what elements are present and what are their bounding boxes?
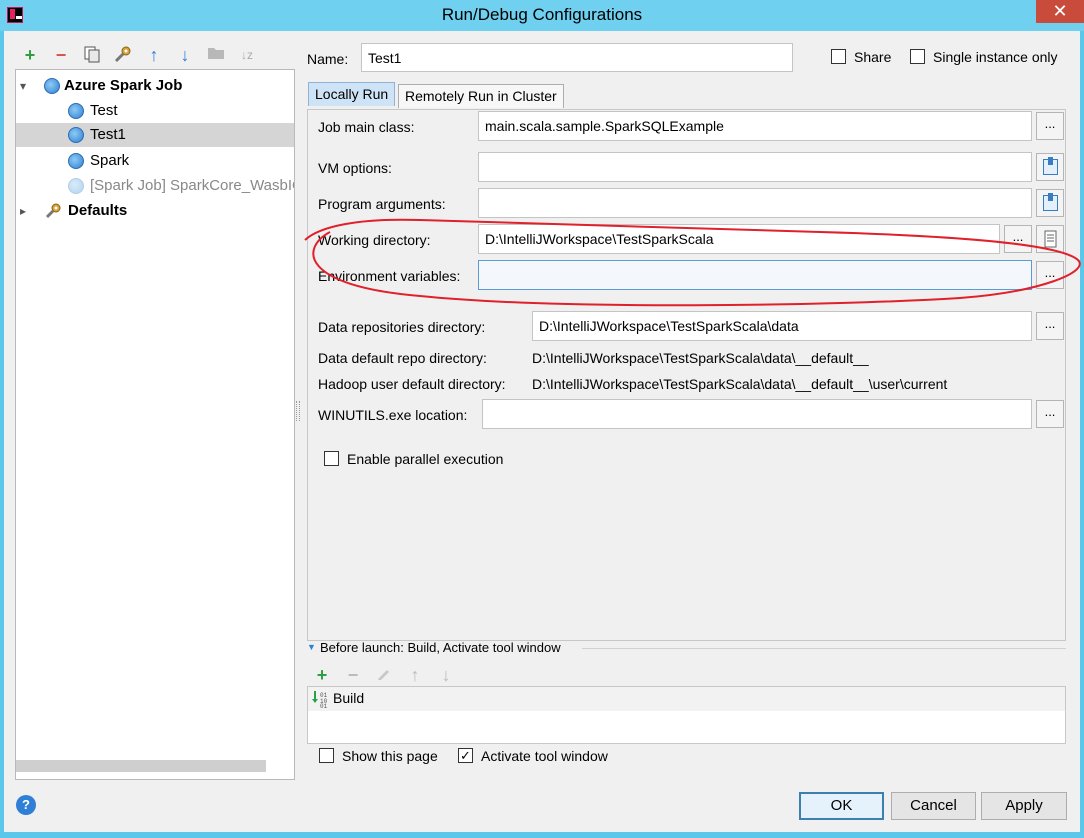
show-this-page-checkbox[interactable] bbox=[319, 748, 334, 763]
window-title: Run/Debug Configurations bbox=[441, 5, 643, 24]
tab-locally-run[interactable]: Locally Run bbox=[308, 82, 396, 106]
tree-item-label: Test bbox=[90, 102, 118, 119]
tree-node-label: Defaults bbox=[68, 202, 128, 219]
before-launch-remove-icon[interactable]: − bbox=[343, 665, 363, 685]
enable-parallel-execution-label: Enable parallel execution bbox=[347, 451, 504, 467]
globe-icon bbox=[68, 153, 84, 169]
vm-options-expand-icon[interactable] bbox=[1036, 153, 1064, 181]
move-down-icon[interactable]: ↓ bbox=[175, 45, 195, 65]
help-icon[interactable]: ? bbox=[16, 795, 36, 815]
expand-arrow-icon[interactable]: ▾ bbox=[20, 74, 26, 98]
before-launch-item-label: Build bbox=[333, 690, 365, 706]
hadoop-user-default-directory-value: D:\IntelliJWorkspace\TestSparkScala\data… bbox=[532, 376, 948, 392]
job-main-class-browse-button[interactable]: ... bbox=[1036, 112, 1064, 140]
enable-parallel-execution-checkbox[interactable] bbox=[324, 451, 339, 466]
activate-tool-window-label: Activate tool window bbox=[481, 748, 608, 764]
copy-icon[interactable] bbox=[82, 45, 102, 65]
defaults-wrench-icon bbox=[44, 202, 62, 223]
tree-item-label: Spark bbox=[90, 152, 130, 169]
before-launch-expand-icon[interactable]: ▼ bbox=[307, 642, 316, 652]
tree-horizontal-scrollbar[interactable] bbox=[16, 760, 266, 772]
data-repositories-directory-label: Data repositories directory: bbox=[318, 319, 486, 335]
tree-item-label: [Spark Job] SparkCore_WasbIOTest bbox=[90, 177, 294, 194]
data-default-repo-directory-label: Data default repo directory: bbox=[318, 350, 487, 366]
share-checkbox[interactable] bbox=[831, 49, 846, 64]
winutils-location-label: WINUTILS.exe location: bbox=[318, 407, 468, 423]
tree-node-azure-spark-job[interactable]: ▾ Azure Spark Job bbox=[16, 74, 294, 98]
program-arguments-input[interactable] bbox=[478, 188, 1032, 218]
tree-item-spark[interactable]: Spark bbox=[16, 149, 294, 173]
before-launch-title[interactable]: Before launch: Build, Activate tool wind… bbox=[320, 640, 561, 655]
job-main-class-label: Job main class: bbox=[318, 119, 415, 135]
tree-item-label: Test1 bbox=[90, 126, 126, 143]
environment-variables-label: Environment variables: bbox=[318, 268, 461, 284]
apply-button[interactable]: Apply bbox=[981, 792, 1067, 820]
move-up-icon[interactable]: ↑ bbox=[144, 45, 164, 65]
tree-node-label: Azure Spark Job bbox=[64, 77, 183, 94]
environment-variables-input[interactable] bbox=[478, 260, 1032, 290]
svg-text:01: 01 bbox=[320, 703, 328, 708]
tree-item-test[interactable]: Test bbox=[16, 99, 294, 123]
winutils-location-input[interactable] bbox=[482, 399, 1032, 429]
hadoop-user-default-directory-label: Hadoop user default directory: bbox=[318, 376, 506, 392]
remove-icon[interactable]: − bbox=[51, 45, 71, 65]
tree-item-test1[interactable]: Test1 bbox=[16, 123, 294, 147]
winutils-location-browse-button[interactable]: ... bbox=[1036, 400, 1064, 428]
environment-variables-browse-button[interactable]: ... bbox=[1036, 261, 1064, 289]
before-launch-edit-icon[interactable] bbox=[374, 665, 394, 685]
show-this-page-label: Show this page bbox=[342, 748, 438, 764]
cancel-button[interactable]: Cancel bbox=[891, 792, 976, 820]
working-directory-input[interactable]: D:\IntelliJWorkspace\TestSparkScala bbox=[478, 224, 1000, 254]
share-label: Share bbox=[854, 49, 892, 65]
list-item[interactable]: 01 10 01 Build bbox=[308, 687, 1065, 711]
globe-icon bbox=[44, 78, 60, 94]
before-launch-down-icon[interactable]: ↓ bbox=[436, 665, 456, 685]
name-label: Name: bbox=[307, 51, 349, 67]
name-input[interactable]: Test1 bbox=[361, 43, 793, 72]
folder-icon[interactable] bbox=[206, 45, 226, 65]
collapse-arrow-icon[interactable]: ▸ bbox=[20, 199, 26, 223]
working-directory-macro-icon[interactable] bbox=[1036, 225, 1064, 253]
activate-tool-window-checkbox[interactable]: ✓ bbox=[458, 748, 473, 763]
before-launch-up-icon[interactable]: ↑ bbox=[405, 665, 425, 685]
program-arguments-expand-icon[interactable] bbox=[1036, 189, 1064, 217]
globe-icon bbox=[68, 178, 84, 194]
working-directory-browse-button[interactable]: ... bbox=[1004, 225, 1032, 253]
job-main-class-input[interactable]: main.scala.sample.SparkSQLExample bbox=[478, 111, 1032, 141]
data-repositories-browse-button[interactable]: ... bbox=[1036, 312, 1064, 340]
globe-icon bbox=[68, 127, 84, 143]
working-directory-label: Working directory: bbox=[318, 232, 431, 248]
configuration-tree[interactable]: ▾ Azure Spark Job Test Test1 Spark [Spar… bbox=[15, 69, 295, 780]
ok-button[interactable]: OK bbox=[799, 792, 884, 820]
before-launch-divider bbox=[582, 648, 1066, 649]
globe-icon bbox=[68, 103, 84, 119]
splitter-handle[interactable] bbox=[296, 401, 300, 421]
data-repositories-directory-input[interactable]: D:\IntelliJWorkspace\TestSparkScala\data bbox=[532, 311, 1032, 341]
tab-remotely-run-in-cluster[interactable]: Remotely Run in Cluster bbox=[398, 84, 564, 108]
before-launch-add-icon[interactable]: + bbox=[312, 665, 332, 685]
add-icon[interactable]: + bbox=[20, 45, 40, 65]
close-button[interactable]: ✕ bbox=[1036, 0, 1084, 23]
dialog-body: + − ↑ ↓ ↓z ▾ Azure Spark Job Test Test1 … bbox=[4, 31, 1080, 832]
vm-options-input[interactable] bbox=[478, 152, 1032, 182]
edit-defaults-icon[interactable] bbox=[113, 45, 133, 65]
data-default-repo-directory-value: D:\IntelliJWorkspace\TestSparkScala\data… bbox=[532, 350, 869, 366]
single-instance-checkbox[interactable] bbox=[910, 49, 925, 64]
tree-node-defaults[interactable]: ▸ Defaults bbox=[16, 199, 294, 223]
single-instance-label: Single instance only bbox=[933, 49, 1058, 65]
tree-item-spark-job-wasbio[interactable]: [Spark Job] SparkCore_WasbIOTest bbox=[16, 174, 294, 198]
sort-icon[interactable]: ↓z bbox=[237, 45, 257, 65]
build-icon: 01 10 01 bbox=[311, 690, 331, 711]
vm-options-label: VM options: bbox=[318, 160, 392, 176]
before-launch-list[interactable]: 01 10 01 Build bbox=[307, 686, 1066, 744]
program-arguments-label: Program arguments: bbox=[318, 196, 446, 212]
